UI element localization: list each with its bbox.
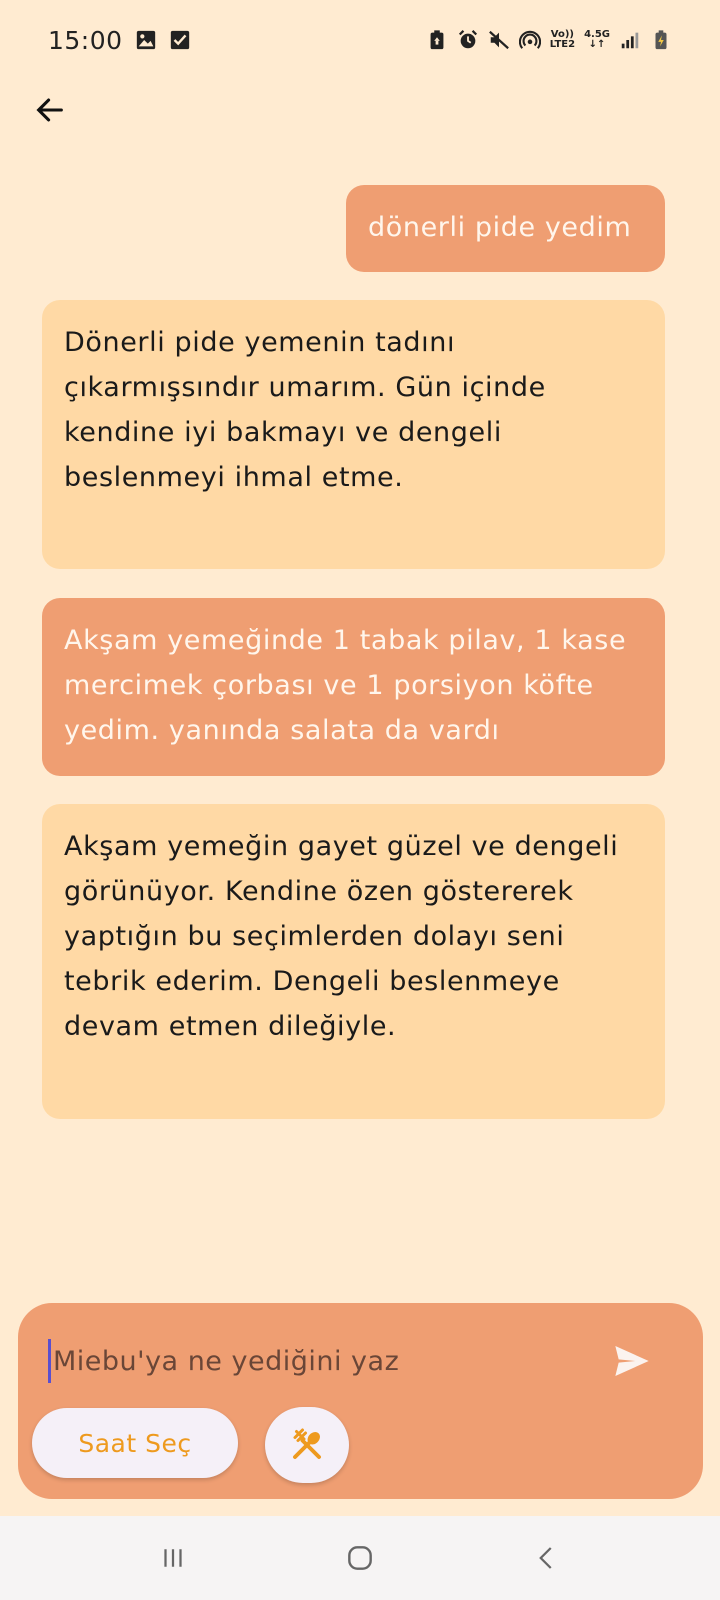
user-message: dönerli pide yedim (346, 185, 665, 272)
back-button[interactable] (28, 88, 72, 132)
system-nav-bar (0, 1516, 720, 1600)
send-icon (615, 1346, 649, 1376)
recent-apps-button[interactable] (143, 1528, 203, 1588)
message-composer: Miebu'ya ne yediğini yaz Saat Seç (18, 1303, 703, 1499)
message-input[interactable]: Miebu'ya ne yediğini yaz (48, 1339, 588, 1383)
status-time: 15:00 (48, 25, 123, 55)
hotspot-icon (518, 30, 541, 49)
message-input-placeholder: Miebu'ya ne yediğini yaz (53, 1345, 400, 1377)
text-caret (48, 1339, 51, 1383)
bot-message: Akşam yemeğin gayet güzel ve dengeli gör… (42, 804, 665, 1119)
check-box-icon (170, 30, 189, 50)
recent-apps-icon (164, 1549, 182, 1567)
image-icon (136, 30, 155, 50)
time-select-button[interactable]: Saat Seç (32, 1408, 238, 1478)
status-right: Vo)) LTE2 4.5G ↓↑ (426, 29, 672, 51)
status-left: 15:00 (48, 26, 191, 55)
fork-spoon-icon (293, 1428, 321, 1459)
meal-button[interactable] (265, 1407, 349, 1483)
mute-icon (488, 30, 509, 50)
alarm-icon (458, 30, 477, 49)
status-bar: 15:00 Vo)) LTE2 4.5G ↓↑ (0, 0, 720, 80)
send-button[interactable] (608, 1337, 656, 1385)
battery-charging-icon (655, 30, 667, 50)
home-icon (348, 1546, 372, 1570)
user-message: Akşam yemeğinde 1 tabak pilav, 1 kase me… (42, 598, 665, 776)
volte-icon: Vo)) LTE2 (549, 29, 576, 50)
arrow-left-icon (36, 98, 63, 122)
network-4-5g-icon: 4.5G ↓↑ (584, 29, 610, 50)
bot-message: Dönerli pide yemenin tadını çıkarmışsınd… (42, 300, 665, 569)
back-icon (538, 1547, 552, 1569)
home-button[interactable] (330, 1528, 390, 1588)
nav-back-button[interactable] (517, 1528, 577, 1588)
signal-icon (621, 32, 639, 49)
battery-saver-icon (430, 30, 444, 50)
